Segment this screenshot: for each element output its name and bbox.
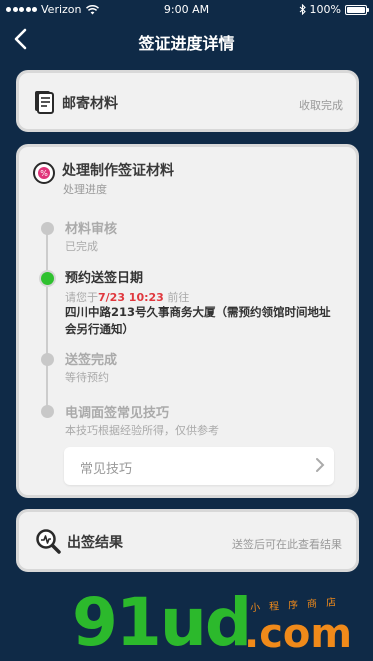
tips-button-label: 常见技巧 xyxy=(80,462,133,477)
process-title: 处理制作签证材料 xyxy=(62,163,174,179)
step-status: 等待预约 xyxy=(65,371,109,384)
process-card: % 处理制作签证材料 处理进度 材料审核 已完成 预约送签日期 请您于7/23 … xyxy=(16,144,359,498)
step-title-active: 预约送签日期 xyxy=(65,271,144,286)
svg-text:%: % xyxy=(40,169,48,178)
appointment-text: 请您于7/23 10:23 前往 xyxy=(65,289,189,305)
mail-materials-status: 收取完成 xyxy=(299,99,343,112)
step-status: 本技巧根据经验所得，仅供参考 xyxy=(65,424,219,437)
step-dot-active xyxy=(40,272,54,285)
watermark-logo: 91ud 小程序商店 .com xyxy=(72,588,372,658)
result-title: 出签结果 xyxy=(67,535,123,551)
step-dot xyxy=(40,353,54,366)
step-status: 已完成 xyxy=(65,240,98,253)
step-title: 电调面签常见技巧 xyxy=(65,406,170,421)
visa-process-icon: % xyxy=(33,162,55,184)
chevron-right-icon xyxy=(316,458,325,472)
nav-bar: 签证进度详情 xyxy=(0,22,373,56)
result-card[interactable]: 出签结果 送签后可在此查看结果 xyxy=(16,509,359,572)
appointment-suffix: 前往 xyxy=(167,291,190,304)
battery-label: 100% xyxy=(309,3,341,16)
step-dot xyxy=(40,405,54,418)
timeline-line xyxy=(46,227,48,417)
tips-button[interactable]: 常见技巧 xyxy=(64,447,334,485)
appointment-address: 四川中路213号久事商务大厦（需预约领馆时间地址会另行通知） xyxy=(65,305,331,336)
document-icon xyxy=(35,91,54,114)
battery-icon xyxy=(345,4,369,15)
process-subtitle: 处理进度 xyxy=(63,183,107,196)
bluetooth-icon xyxy=(299,4,306,15)
page-title: 签证进度详情 xyxy=(138,34,235,53)
watermark-logo-text: 91ud xyxy=(72,584,252,661)
watermark-domain: .com xyxy=(244,611,353,657)
status-bar: Verizon 9:00 AM 100% xyxy=(0,0,373,18)
search-result-icon xyxy=(36,529,61,554)
mail-materials-card[interactable]: 邮寄材料 收取完成 xyxy=(16,70,359,132)
step-title: 材料审核 xyxy=(65,222,118,237)
appointment-prefix: 请您于 xyxy=(65,291,98,304)
appointment-date: 7/23 10:23 xyxy=(98,291,164,304)
result-hint: 送签后可在此查看结果 xyxy=(232,538,342,551)
step-title: 送签完成 xyxy=(65,353,118,368)
step-dot xyxy=(40,222,54,235)
status-right: 100% xyxy=(299,3,369,16)
mail-materials-title: 邮寄材料 xyxy=(62,96,118,112)
